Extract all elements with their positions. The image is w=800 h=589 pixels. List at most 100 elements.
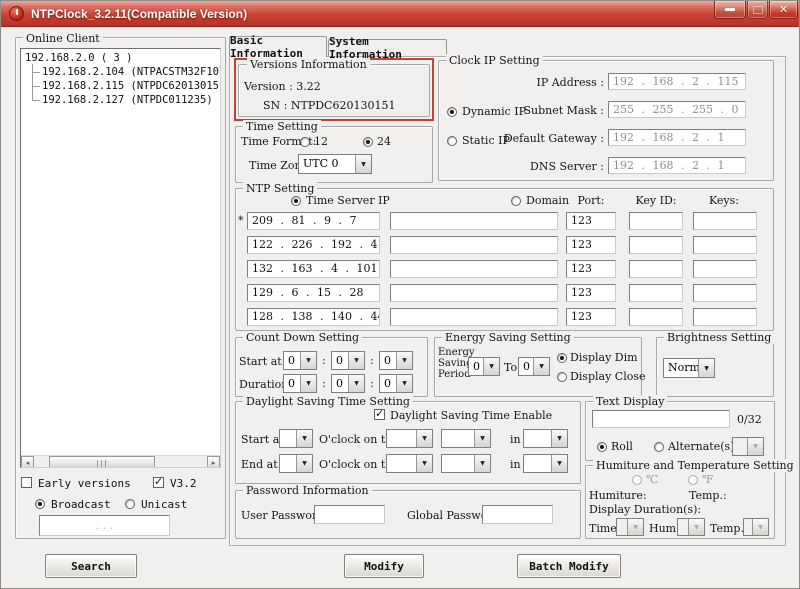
- versions-label: Versions Information: [247, 58, 370, 71]
- value: 0: [469, 358, 483, 375]
- ntp-ip-field-1[interactable]: 209 . 81 . 9 . 7: [247, 212, 380, 230]
- unicast-radio[interactable]: [125, 499, 135, 509]
- display-close-radio[interactable]: [557, 372, 567, 382]
- dst-end-weekday-select[interactable]: ▼: [441, 454, 491, 473]
- client-tree[interactable]: 192.168.2.0 ( 3 ) 192.168.2.104 (NTPACST…: [20, 48, 221, 468]
- close-button[interactable]: ✕: [769, 1, 798, 19]
- maximize-button[interactable]: [747, 1, 768, 19]
- user-password-input[interactable]: [314, 505, 385, 524]
- scroll-left-arrow-icon[interactable]: ◂: [21, 456, 34, 468]
- keys-header: Keys:: [691, 194, 757, 207]
- ntp-keys-field-4[interactable]: [693, 284, 757, 302]
- tree-client-item[interactable]: 192.168.2.115 (NTPDC620130151): [42, 80, 221, 92]
- ntp-domain-field-4[interactable]: [390, 284, 558, 302]
- dst-end-month-select[interactable]: ▼: [523, 454, 568, 473]
- chevron-down-icon: ▼: [551, 430, 567, 447]
- value: [524, 455, 551, 472]
- dst-start-month-select[interactable]: ▼: [523, 429, 568, 448]
- display-dim-radio[interactable]: [557, 353, 567, 363]
- tree-root-item[interactable]: 192.168.2.0 ( 3 ): [25, 52, 132, 64]
- chevron-down-icon: ▼: [474, 430, 490, 447]
- tree-client-item[interactable]: 192.168.2.127 (NTPDC011235): [42, 94, 213, 106]
- format-12-radio[interactable]: [300, 137, 310, 147]
- ntp-domain-field-2[interactable]: [390, 236, 558, 254]
- ntp-ip-field-5[interactable]: 128 . 138 . 140 . 44: [247, 308, 380, 326]
- energy-to-select[interactable]: 0▼: [518, 357, 550, 376]
- dns-server-field: 192 . 168 . 2 . 1: [608, 157, 746, 174]
- ntp-keys-field-3[interactable]: [693, 260, 757, 278]
- value: [678, 519, 688, 535]
- window-title: NTPClock_3.2.11(Compatible Version): [31, 7, 247, 21]
- ntp-keyid-field-5[interactable]: [629, 308, 683, 326]
- chevron-down-icon: ▼: [396, 352, 412, 369]
- ntp-port-field-1[interactable]: 123: [566, 212, 616, 230]
- display-text-input[interactable]: [592, 410, 730, 428]
- dst-start-label: Start at: [241, 433, 284, 446]
- countdown-dur-hour-select[interactable]: 0▼: [283, 374, 317, 393]
- broadcast-radio[interactable]: [35, 499, 45, 509]
- time-server-ip-radio[interactable]: [291, 196, 301, 206]
- text-display-label: Text Display: [593, 395, 667, 408]
- ntp-port-field-3[interactable]: 123: [566, 260, 616, 278]
- ntp-keys-field-2[interactable]: [693, 236, 757, 254]
- chevron-down-icon: ▼: [474, 455, 490, 472]
- format-12-label: 12: [314, 135, 328, 148]
- chevron-down-icon: ▼: [416, 455, 432, 472]
- value: 0: [380, 352, 396, 369]
- search-button[interactable]: Search: [45, 554, 137, 578]
- countdown-start-hour-select[interactable]: 0▼: [283, 351, 317, 370]
- countdown-start-min-select[interactable]: 0▼: [331, 351, 365, 370]
- colon-separator: :: [370, 377, 374, 390]
- ntp-keys-field-5[interactable]: [693, 308, 757, 326]
- horizontal-scrollbar[interactable]: ◂ ▸: [21, 455, 220, 468]
- tab-basic-information[interactable]: Basic Information: [229, 36, 327, 57]
- dst-end-hour-select[interactable]: ▼: [279, 454, 313, 473]
- dst-start-hour-select[interactable]: ▼: [279, 429, 313, 448]
- ntp-keys-field-1[interactable]: [693, 212, 757, 230]
- time-zone-select[interactable]: UTC 0 ▼: [298, 154, 372, 174]
- hum-duration-select: ▼: [677, 518, 705, 536]
- ntp-domain-field-3[interactable]: [390, 260, 558, 278]
- ntp-keyid-field-4[interactable]: [629, 284, 683, 302]
- roll-radio[interactable]: [597, 442, 607, 452]
- modify-button[interactable]: Modify: [344, 554, 424, 578]
- ntp-ip-field-3[interactable]: 132 . 163 . 4 . 101: [247, 260, 380, 278]
- minimize-icon: [725, 8, 735, 11]
- scroll-right-arrow-icon[interactable]: ▸: [207, 456, 220, 468]
- ntp-keyid-field-2[interactable]: [629, 236, 683, 254]
- chevron-down-icon: ▼: [300, 352, 316, 369]
- countdown-start-sec-select[interactable]: 0▼: [379, 351, 413, 370]
- ntp-keyid-field-1[interactable]: [629, 212, 683, 230]
- ntp-port-field-2[interactable]: 123: [566, 236, 616, 254]
- ntp-domain-field-5[interactable]: [390, 308, 558, 326]
- countdown-dur-min-select[interactable]: 0▼: [331, 374, 365, 393]
- default-gateway-field: 192 . 168 . 2 . 1: [608, 129, 746, 146]
- ntp-port-field-4[interactable]: 123: [566, 284, 616, 302]
- brightness-select[interactable]: Normal▼: [663, 358, 715, 378]
- v32-checkbox[interactable]: [153, 477, 164, 488]
- energy-from-select[interactable]: 0▼: [468, 357, 500, 376]
- alternate-radio[interactable]: [654, 442, 664, 452]
- domain-radio[interactable]: [511, 196, 521, 206]
- format-24-radio[interactable]: [363, 137, 373, 147]
- minimize-button[interactable]: [714, 1, 746, 19]
- ntp-ip-field-2[interactable]: 122 . 226 . 192 . 4: [247, 236, 380, 254]
- early-versions-checkbox[interactable]: [21, 477, 32, 488]
- tree-client-item[interactable]: 192.168.2.104 (NTPACSTM32F1070: [42, 66, 221, 78]
- scrollbar-thumb[interactable]: [49, 456, 155, 468]
- tab-system-information[interactable]: System Information: [328, 39, 447, 56]
- dst-end-ordinal-select[interactable]: ▼: [386, 454, 433, 473]
- ntp-domain-field-1[interactable]: [390, 212, 558, 230]
- batch-modify-button[interactable]: Batch Modify: [517, 554, 621, 578]
- ntp-keyid-field-3[interactable]: [629, 260, 683, 278]
- time-zone-value: UTC 0: [299, 155, 355, 173]
- dst-start-weekday-select[interactable]: ▼: [441, 429, 491, 448]
- unicast-label: Unicast: [141, 498, 187, 511]
- chevron-down-icon: ▼: [300, 375, 316, 392]
- countdown-dur-sec-select[interactable]: 0▼: [379, 374, 413, 393]
- dst-start-ordinal-select[interactable]: ▼: [386, 429, 433, 448]
- ntp-ip-field-4[interactable]: 129 . 6 . 15 . 28: [247, 284, 380, 302]
- ntp-port-field-5[interactable]: 123: [566, 308, 616, 326]
- global-password-input[interactable]: [482, 505, 553, 524]
- dst-enable-checkbox[interactable]: [374, 409, 385, 420]
